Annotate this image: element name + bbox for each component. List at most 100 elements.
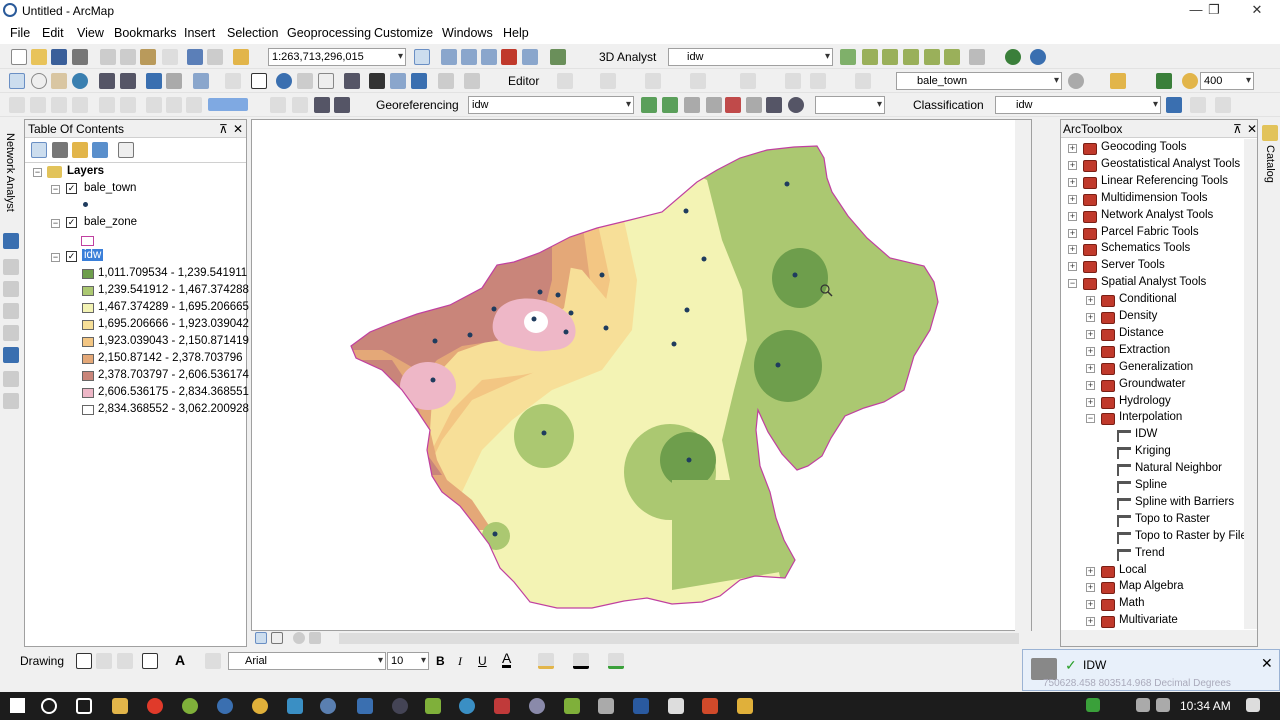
zoom-out-icon[interactable] [31, 73, 47, 89]
toolbox-expander-icon[interactable]: + [1068, 211, 1077, 221]
marker-color-icon[interactable] [608, 653, 624, 669]
toolbox-item[interactable]: Math [1119, 597, 1145, 609]
save-icon[interactable] [51, 49, 67, 65]
legend-class-label[interactable]: 2,378.703797 - 2,606.536174 [98, 369, 249, 381]
identify-icon[interactable] [276, 73, 292, 89]
toolbox-item[interactable]: Network Analyst Tools [1101, 209, 1213, 221]
toc-options-icon[interactable] [118, 142, 134, 158]
toolbox-item[interactable]: Server Tools [1101, 259, 1165, 271]
select-link-icon[interactable] [706, 97, 722, 113]
toolbox-item[interactable]: Spline [1135, 479, 1167, 491]
auto-adjust-icon[interactable] [746, 97, 762, 113]
close-button[interactable]: ✕ [1237, 0, 1277, 22]
select-elements-icon[interactable] [76, 653, 92, 669]
legend-class-label[interactable]: 1,239.541912 - 1,467.374288 [98, 284, 249, 296]
menu-help[interactable]: Help [503, 26, 529, 40]
steepest-path-icon[interactable] [862, 49, 878, 65]
clear-selection-icon[interactable] [225, 73, 241, 89]
focus-data-frame-icon[interactable] [292, 97, 308, 113]
histogram-icon[interactable] [1215, 97, 1231, 113]
arcscene-icon[interactable] [1005, 49, 1021, 65]
toolbox-expander-icon[interactable]: − [1086, 414, 1095, 424]
measure-icon[interactable] [344, 73, 360, 89]
toolbox-item[interactable]: Spline with Barriers [1135, 496, 1234, 508]
select-features-icon[interactable] [193, 73, 209, 89]
toolbox-item[interactable]: Hydrology [1119, 395, 1171, 407]
layout-zoom-out-icon[interactable] [30, 97, 46, 113]
zoom-combo[interactable]: 400 [1200, 72, 1254, 90]
back-extent-icon[interactable] [146, 73, 162, 89]
menu-view[interactable]: View [77, 26, 104, 40]
print-icon[interactable] [72, 49, 88, 65]
model-builder-icon[interactable] [550, 49, 566, 65]
toolbox-item[interactable]: Kriging [1135, 445, 1171, 457]
notifications-icon[interactable] [1246, 698, 1260, 712]
legend-class-label[interactable]: 2,150.87142 - 2,378.703796 [98, 352, 243, 364]
sketch-properties-icon[interactable] [855, 73, 871, 89]
add-control-points-icon[interactable] [684, 97, 700, 113]
list-by-visibility-icon[interactable] [72, 142, 88, 158]
3d-analyst-layer-combo[interactable]: idw [668, 48, 833, 66]
change-layout-icon[interactable] [314, 97, 330, 113]
delete-icon[interactable] [162, 49, 178, 65]
vertices-icon[interactable] [645, 73, 661, 89]
swipe-icon[interactable] [1110, 73, 1126, 89]
catalog-window-icon[interactable] [461, 49, 477, 65]
menu-insert[interactable]: Insert [184, 26, 215, 40]
toolbox-expander-icon[interactable]: + [1068, 177, 1077, 187]
menu-windows[interactable]: Windows [442, 26, 493, 40]
layout-zoom-in-icon[interactable] [9, 97, 25, 113]
fill-color-icon[interactable] [538, 653, 554, 669]
layer-bale-zone[interactable]: bale_zone [84, 216, 137, 228]
app-icon[interactable] [425, 698, 441, 714]
toolbox-item[interactable]: Topo to Raster by File [1135, 530, 1247, 542]
fixed-zoom-out-icon[interactable] [120, 73, 136, 89]
toc-close-button[interactable]: ✕ [233, 122, 243, 136]
add-data-icon[interactable] [233, 49, 249, 65]
app-icon[interactable] [494, 698, 510, 714]
go-to-xy-icon[interactable] [411, 73, 427, 89]
toolbox-expander-icon[interactable]: + [1086, 296, 1095, 306]
task-view-icon[interactable] [76, 698, 92, 714]
italic-button[interactable]: I [458, 654, 462, 669]
select-elements-icon[interactable] [251, 73, 267, 89]
georeferencing-dropdown[interactable]: Georeferencing [376, 98, 459, 112]
copy-icon[interactable] [120, 49, 136, 65]
toolbox-expander-icon[interactable]: + [1086, 600, 1095, 610]
network-analyst-icon[interactable] [3, 233, 19, 249]
legend-class-label[interactable]: 1,695.206666 - 1,923.039042 [98, 318, 249, 330]
layer-combo[interactable]: bale_town [896, 72, 1062, 90]
search-window-icon[interactable] [481, 49, 497, 65]
app-icon[interactable] [287, 698, 303, 714]
layer-bale-town[interactable]: bale_town [84, 182, 136, 194]
arcmap-taskbar-icon[interactable] [320, 698, 336, 714]
rectangle-icon[interactable] [142, 653, 158, 669]
catalog-icon[interactable] [1262, 125, 1278, 141]
view-link-table-icon[interactable] [766, 97, 782, 113]
network-icon[interactable] [1136, 698, 1150, 712]
layout-fixed-zoom-out-icon[interactable] [120, 97, 136, 113]
tray-icon[interactable] [1086, 698, 1100, 712]
toolbox-item[interactable]: IDW [1135, 428, 1157, 440]
font-size-combo[interactable]: 10 [387, 652, 429, 670]
layers-collapse-icon[interactable]: − [33, 168, 42, 177]
bold-button[interactable]: B [436, 654, 445, 668]
toolbox-item[interactable]: Local [1119, 564, 1147, 576]
toolbox-item[interactable]: Generalization [1119, 361, 1193, 373]
chrome-icon[interactable] [252, 698, 268, 714]
data-driven-pages-icon[interactable] [334, 97, 350, 113]
3d-analyst-dropdown[interactable]: 3D Analyst [599, 50, 656, 64]
redo-icon[interactable] [207, 49, 223, 65]
app-icon[interactable] [217, 698, 233, 714]
opera-icon[interactable] [147, 698, 163, 714]
line-color-icon[interactable] [573, 653, 589, 669]
toolbox-item[interactable]: Schematics Tools [1101, 242, 1190, 254]
dock-tool-icon[interactable] [3, 259, 19, 275]
menu-bookmarks[interactable]: Bookmarks [114, 26, 177, 40]
attributes-icon[interactable] [810, 73, 826, 89]
python-window-icon[interactable] [522, 49, 538, 65]
full-extent-icon[interactable] [72, 73, 88, 89]
layout-forward-icon[interactable] [166, 97, 182, 113]
adjust-transparency-icon[interactable] [1156, 73, 1172, 89]
app-icon[interactable] [357, 698, 373, 714]
